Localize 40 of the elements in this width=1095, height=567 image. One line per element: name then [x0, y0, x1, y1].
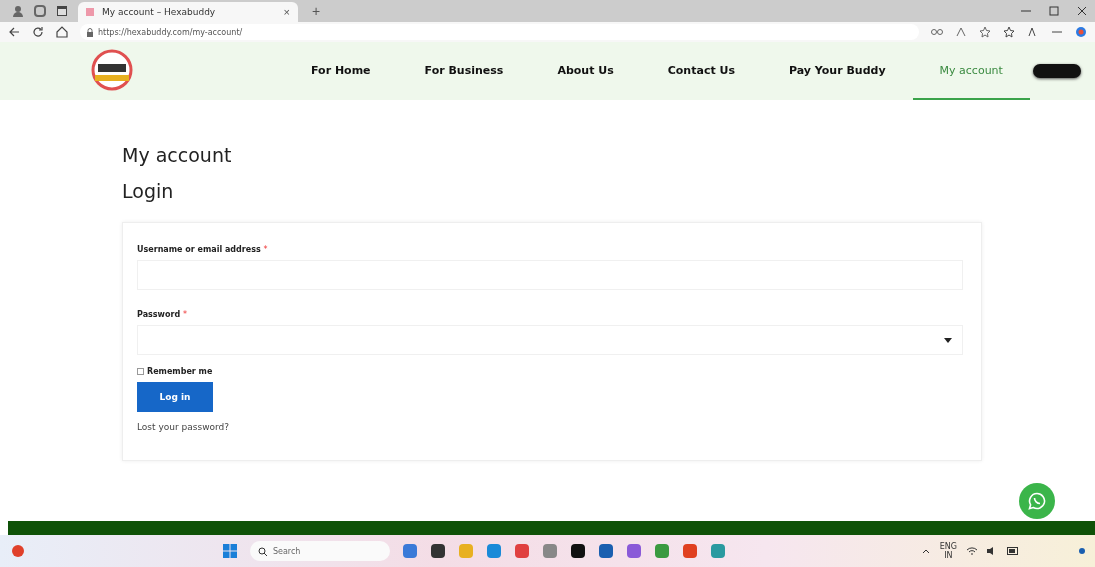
field-label: Username or email address *: [137, 245, 268, 254]
address-bar[interactable]: https://hexabuddy.com/my-account/: [98, 27, 243, 37]
star-icon[interactable]: [979, 26, 991, 38]
lost-password-link[interactable]: Lost your password?: [137, 422, 230, 432]
close-tab-button[interactable]: ×: [283, 6, 290, 18]
login-button[interactable]: Log in: [137, 382, 213, 412]
language-indicator[interactable]: ENG IN: [939, 541, 957, 561]
header-button[interactable]: [1033, 64, 1081, 78]
remember-checkbox[interactable]: [137, 368, 144, 375]
nav-link[interactable]: For Home: [284, 42, 398, 100]
dropdown-arrow-icon[interactable]: [944, 337, 952, 343]
nav-link[interactable]: For Business: [397, 42, 531, 100]
section-heading: Login: [122, 180, 175, 202]
close-icon[interactable]: [1077, 6, 1087, 16]
start-icon[interactable]: [221, 543, 238, 559]
lock-icon: [86, 27, 94, 37]
nav-link[interactable]: My account: [912, 42, 1030, 100]
nav-link[interactable]: Contact Us: [640, 42, 762, 100]
search-icon: [257, 546, 267, 556]
maximize-icon[interactable]: [1049, 6, 1059, 16]
page-title: My account: [122, 144, 233, 166]
whatsapp-button[interactable]: [1019, 483, 1055, 519]
nav-link[interactable]: About Us: [530, 42, 641, 100]
field-label: Password *: [137, 310, 187, 319]
home-icon[interactable]: [56, 26, 68, 38]
wifi-icon[interactable]: [967, 547, 977, 555]
back-icon[interactable]: [8, 26, 20, 38]
favorites-icon[interactable]: [1003, 26, 1015, 38]
browser-tab[interactable]: My account – Hexabuddy ×: [78, 2, 298, 22]
chevron-up-icon[interactable]: [921, 548, 930, 554]
battery-icon[interactable]: [1007, 547, 1019, 555]
notification-icon[interactable]: [1079, 548, 1085, 554]
refresh-icon[interactable]: [32, 26, 44, 38]
logo-icon[interactable]: [90, 49, 134, 93]
profile-icon[interactable]: [12, 5, 24, 17]
checkbox-label[interactable]: Remember me: [147, 367, 213, 376]
nav-link[interactable]: Pay Your Buddy: [761, 42, 913, 100]
taskbar-search[interactable]: Search: [249, 541, 390, 561]
password-field[interactable]: [137, 325, 963, 355]
new-tab-button[interactable]: +: [308, 3, 325, 19]
